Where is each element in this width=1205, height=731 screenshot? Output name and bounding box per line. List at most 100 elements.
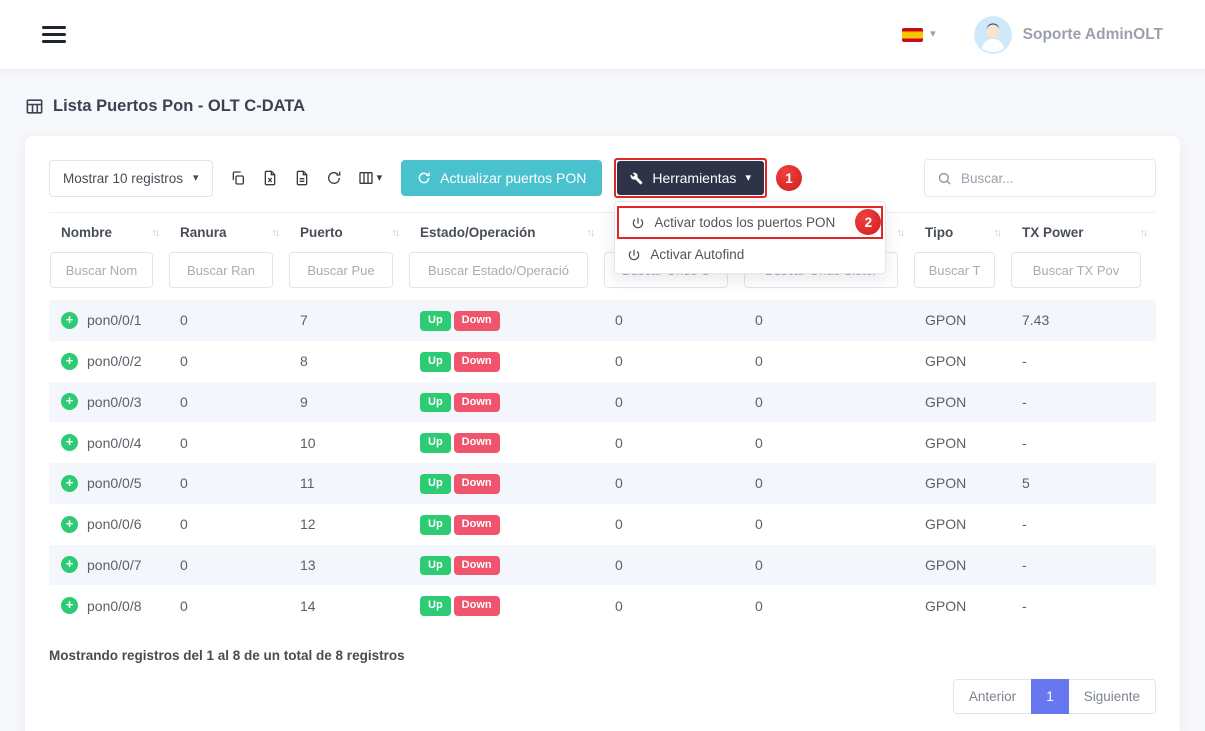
filter-input-puerto[interactable] (289, 252, 393, 288)
filter-input-tx-power[interactable] (1011, 252, 1141, 288)
cell-estado-operacion: UpDown (408, 341, 603, 382)
plus-circle-icon[interactable]: + (61, 597, 78, 614)
pon-ports-table: Nombre↑↓ Ranura↑↓ Puerto↑↓ Estado/Operac… (49, 212, 1156, 626)
column-header-ranura[interactable]: Ranura↑↓ (168, 213, 288, 251)
cell-onus-c: 0 (603, 585, 743, 626)
column-header-estado-operacion[interactable]: Estado/Operación↑↓ (408, 213, 603, 251)
status-down-badge: Down (454, 474, 500, 494)
status-down-badge: Down (454, 596, 500, 616)
chevron-down-icon: ▾ (745, 173, 751, 184)
cell-estado-operacion: UpDown (408, 463, 603, 504)
status-up-badge: Up (420, 556, 451, 576)
cell-estado-operacion: UpDown (408, 422, 603, 463)
user-menu[interactable]: Soporte AdminOLT (974, 16, 1163, 54)
chevron-down-icon: ▾ (193, 173, 199, 184)
column-header-puerto[interactable]: Puerto↑↓ (288, 213, 408, 251)
menu-icon[interactable] (40, 22, 68, 48)
cell-ranura: 0 (168, 422, 288, 463)
table-row: + pon0/0/7 0 13 UpDown 0 0 GPON - (49, 545, 1156, 586)
cell-nombre: + pon0/0/1 (49, 300, 168, 341)
column-header-tx-power[interactable]: TX Power↑↓ (1010, 213, 1156, 251)
power-icon (627, 248, 641, 262)
update-pon-ports-button[interactable]: Actualizar puertos PON (401, 160, 602, 196)
menu-item-activate-autofind[interactable]: Activar Autofind (615, 240, 885, 269)
table-row: + pon0/0/2 0 8 UpDown 0 0 GPON - (49, 341, 1156, 382)
cell-ranura: 0 (168, 382, 288, 423)
cell-tx-power: - (1010, 382, 1156, 423)
filter-input-nombre[interactable] (50, 252, 153, 288)
status-down-badge: Down (454, 515, 500, 535)
cell-nombre: + pon0/0/7 (49, 545, 168, 586)
cell-tipo: GPON (913, 504, 1010, 545)
records-summary: Mostrando registros del 1 al 8 de un tot… (49, 648, 1156, 663)
power-icon (631, 216, 645, 230)
cell-tipo: GPON (913, 545, 1010, 586)
cell-onus-s: 0 (743, 382, 913, 423)
sort-icon: ↑↓ (587, 227, 596, 239)
reload-button[interactable] (319, 162, 349, 194)
plus-circle-icon[interactable]: + (61, 312, 78, 329)
table-icon (25, 97, 44, 116)
column-visibility-button[interactable]: ▾ (351, 162, 390, 194)
show-records-dropdown[interactable]: Mostrar 10 registros ▾ (49, 160, 213, 197)
tools-dropdown-button[interactable]: Herramientas ▾ (617, 161, 764, 195)
cell-ranura: 0 (168, 300, 288, 341)
plus-circle-icon[interactable]: + (61, 353, 78, 370)
avatar (974, 16, 1012, 54)
spain-flag-icon (902, 28, 923, 42)
excel-button[interactable] (255, 162, 285, 194)
port-name: pon0/0/8 (87, 598, 142, 614)
cell-estado-operacion: UpDown (408, 545, 603, 586)
table-body: + pon0/0/1 0 7 UpDown 0 0 GPON 7.43 + po… (49, 300, 1156, 626)
cell-onus-s: 0 (743, 341, 913, 382)
status-up-badge: Up (420, 352, 451, 372)
plus-circle-icon[interactable]: + (61, 516, 78, 533)
cell-onus-c: 0 (603, 463, 743, 504)
plus-circle-icon[interactable]: + (61, 393, 78, 410)
cell-onus-c: 0 (603, 504, 743, 545)
copy-button[interactable] (223, 162, 253, 194)
cell-tipo: GPON (913, 382, 1010, 423)
cell-onus-c: 0 (603, 545, 743, 586)
cell-ranura: 0 (168, 585, 288, 626)
cell-estado-operacion: UpDown (408, 300, 603, 341)
status-up-badge: Up (420, 393, 451, 413)
cell-tipo: GPON (913, 585, 1010, 626)
plus-circle-icon[interactable]: + (61, 556, 78, 573)
cell-tx-power: 5 (1010, 463, 1156, 504)
column-header-tipo[interactable]: Tipo↑↓ (913, 213, 1010, 251)
cell-puerto: 10 (288, 422, 408, 463)
filter-input-tipo[interactable] (914, 252, 995, 288)
plus-circle-icon[interactable]: + (61, 434, 78, 451)
cell-onus-s: 0 (743, 300, 913, 341)
status-down-badge: Down (454, 352, 500, 372)
cell-tx-power: - (1010, 504, 1156, 545)
status-down-badge: Down (454, 433, 500, 453)
sort-icon: ↑↓ (1140, 227, 1149, 239)
cell-puerto: 12 (288, 504, 408, 545)
status-up-badge: Up (420, 311, 451, 331)
cell-ranura: 0 (168, 341, 288, 382)
cell-puerto: 8 (288, 341, 408, 382)
cell-onus-s: 0 (743, 504, 913, 545)
column-header-nombre[interactable]: Nombre↑↓ (49, 213, 168, 251)
filter-input-ranura[interactable] (169, 252, 273, 288)
pagination-page-1-button[interactable]: 1 (1031, 679, 1069, 714)
cell-tx-power: 7.43 (1010, 300, 1156, 341)
pagination-next-button[interactable]: Siguiente (1068, 679, 1156, 714)
csv-button[interactable] (287, 162, 317, 194)
chevron-down-icon: ▾ (930, 29, 936, 40)
sort-icon: ↑↓ (897, 227, 906, 239)
plus-circle-icon[interactable]: + (61, 475, 78, 492)
cell-nombre: + pon0/0/3 (49, 382, 168, 423)
pagination-previous-button[interactable]: Anterior (953, 679, 1032, 714)
cell-ranura: 0 (168, 545, 288, 586)
wrench-icon (630, 172, 643, 185)
language-dropdown[interactable]: ▾ (902, 28, 936, 42)
status-down-badge: Down (454, 556, 500, 576)
menu-item-activate-all-pon-ports[interactable]: Activar todos los puertos PON (619, 208, 881, 237)
filter-input-estado-operacion[interactable] (409, 252, 588, 288)
cell-onus-s: 0 (743, 585, 913, 626)
search-input[interactable] (961, 171, 1143, 186)
annotation-highlight-1: Herramientas ▾ (614, 158, 767, 198)
